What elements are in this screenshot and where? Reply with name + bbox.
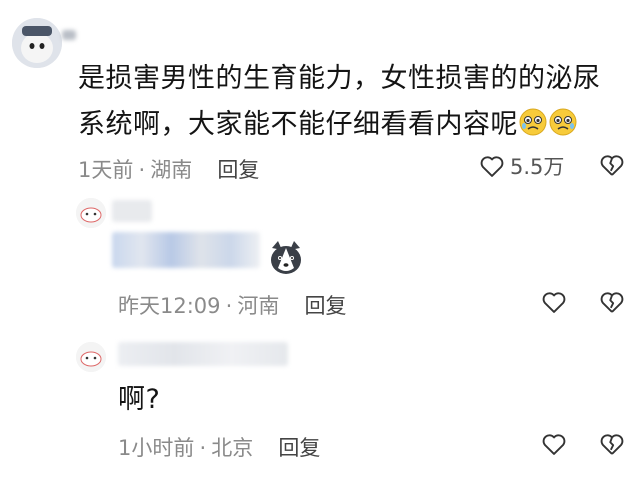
user-avatar-icon (12, 18, 62, 68)
husky-dog-sticker (266, 238, 306, 282)
reply-meta: 1小时前 · 北京 回复 (118, 432, 320, 462)
comment-line-1: 是损害男性的生育能力，女性损害的的泌尿 (78, 63, 601, 94)
comment-time: 1天前 (78, 158, 134, 182)
meta-separator: · (225, 294, 233, 318)
avatar[interactable] (12, 18, 62, 68)
heart-icon (542, 434, 566, 455)
reply-location: 北京 (211, 436, 254, 460)
comment-location: 湖南 (150, 158, 193, 182)
reply-username-blurred (112, 200, 152, 222)
reply-time: 1小时前 (118, 436, 195, 460)
reply-button[interactable]: 回复 (217, 158, 259, 182)
dislike-button[interactable] (598, 288, 626, 320)
reply-time: 昨天12:09 (118, 294, 221, 318)
reply-avatar[interactable] (76, 342, 106, 372)
like-button[interactable]: 5.5万 (478, 151, 564, 181)
comment-line-2: 系统啊，大家能不能仔细看看内容呢 (78, 102, 628, 148)
reply-username-blurred (118, 342, 288, 366)
like-count: 5.5万 (510, 155, 565, 179)
like-button[interactable] (540, 430, 568, 462)
reply-meta: 昨天12:09 · 河南 回复 (118, 290, 347, 320)
meta-separator: · (138, 158, 146, 182)
anxious-face-emoji (518, 106, 548, 136)
meta-separator: · (199, 436, 207, 460)
comment-meta: 1天前 · 湖南 回复 (78, 154, 259, 184)
reply-button[interactable]: 回复 (305, 294, 347, 318)
heart-icon (542, 292, 566, 313)
heart-icon (480, 156, 504, 177)
comment-body: 是损害男性的生育能力，女性损害的的泌尿 系统啊，大家能不能仔细看看内容呢 (78, 56, 628, 148)
anxious-face-emoji (548, 106, 578, 136)
reply-button[interactable]: 回复 (278, 436, 320, 460)
username-blurred (62, 30, 76, 40)
broken-heart-icon (600, 434, 624, 455)
dislike-button[interactable] (598, 430, 626, 462)
reply-text-blurred (112, 232, 260, 268)
reply-location: 河南 (237, 294, 280, 318)
dislike-button[interactable] (598, 151, 626, 183)
like-button[interactable] (540, 288, 568, 320)
cat-avatar-icon (76, 198, 106, 228)
cat-avatar-icon (76, 342, 106, 372)
reply-body: 啊? (118, 384, 161, 415)
reply-avatar[interactable] (76, 198, 106, 228)
broken-heart-icon (600, 155, 624, 176)
broken-heart-icon (600, 292, 624, 313)
